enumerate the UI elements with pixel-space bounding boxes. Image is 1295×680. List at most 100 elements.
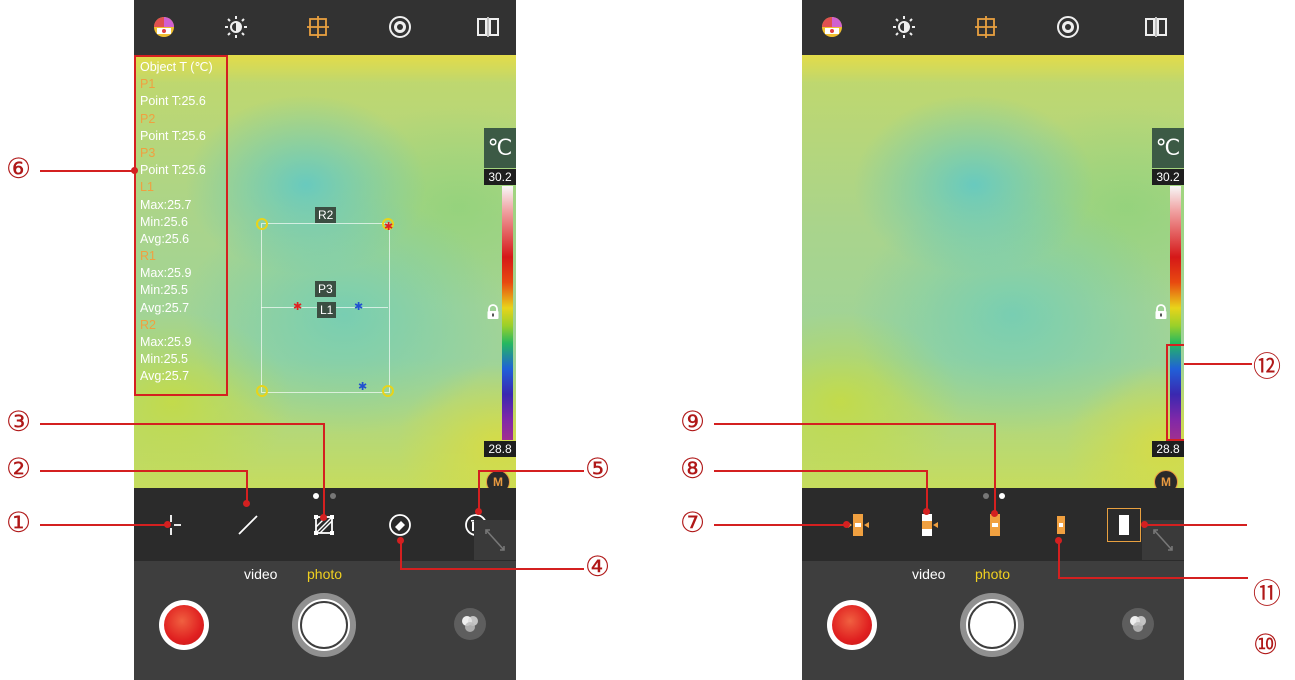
panel-value: Point T:25.6: [140, 163, 206, 178]
panel-value: Min:25.5: [140, 283, 188, 298]
shutter-icon: [968, 601, 1016, 649]
panel-label: L1: [140, 180, 154, 195]
tag-p3: P3: [315, 281, 336, 297]
leader-line: [400, 540, 402, 569]
leader-line: [994, 423, 996, 513]
lock-icon[interactable]: [1154, 304, 1168, 320]
scale-full-icon: [1119, 515, 1129, 535]
filters-button[interactable]: [1122, 608, 1154, 640]
callout-3: ③: [6, 405, 32, 438]
mode-video[interactable]: video: [244, 566, 277, 582]
aperture-icon[interactable]: [1052, 12, 1084, 42]
mode-video[interactable]: video: [912, 566, 945, 582]
scale-highlight-box: [1166, 344, 1184, 441]
panel-value: Min:25.6: [140, 214, 188, 229]
expand-icon: [1153, 529, 1173, 551]
eraser-icon[interactable]: [387, 512, 413, 538]
panel-label: P3: [140, 145, 156, 160]
leader-line: [40, 170, 134, 172]
palette-icon[interactable]: [148, 12, 180, 42]
target-icon[interactable]: [970, 12, 1002, 42]
leader-dot: [843, 521, 850, 528]
target-icon[interactable]: [302, 12, 334, 42]
expand-button[interactable]: [1142, 520, 1184, 560]
leader-line: [1145, 524, 1247, 526]
page-indicator-dot[interactable]: [313, 493, 319, 499]
callout-11: ⑪: [1253, 577, 1282, 610]
callout-2: ②: [6, 452, 32, 485]
scale-min-value[interactable]: 28.8: [484, 441, 516, 457]
mode-photo[interactable]: photo: [975, 566, 1010, 582]
page-indicator-dot[interactable]: [330, 493, 336, 499]
aperture-icon[interactable]: [384, 12, 416, 42]
leader-line: [926, 470, 928, 512]
temperature-unit[interactable]: ℃: [484, 128, 516, 168]
leader-line: [714, 524, 846, 526]
mode-photo[interactable]: photo: [307, 566, 342, 582]
record-button[interactable]: [827, 600, 877, 650]
page-indicator-dot[interactable]: [983, 493, 989, 499]
temperature-unit[interactable]: ℃: [1152, 128, 1184, 168]
leader-line: [1060, 577, 1248, 579]
panel-value: Point T:25.6: [140, 94, 206, 109]
shutter-button[interactable]: [960, 593, 1024, 657]
compare-icon[interactable]: [1140, 12, 1172, 42]
leader-dot: [397, 537, 404, 544]
region-handle[interactable]: [256, 218, 268, 230]
panel-value: Max:25.9: [140, 335, 192, 349]
scale-position-2-icon[interactable]: [915, 512, 941, 538]
leader-dot: [320, 514, 327, 521]
page-indicator-dot[interactable]: [999, 493, 1005, 499]
leader-dot: [1055, 537, 1062, 544]
color-scale-bar[interactable]: [502, 186, 513, 440]
callout-12: ⑫: [1253, 350, 1282, 383]
panel-value: Avg:25.7: [140, 300, 190, 315]
compare-icon[interactable]: [472, 12, 504, 42]
callout-1: ①: [6, 506, 32, 539]
panel-value: Avg:25.7: [140, 369, 190, 384]
shutter-button[interactable]: [292, 593, 356, 657]
leader-dot: [1141, 521, 1148, 528]
filters-icon: [1130, 616, 1146, 632]
measurement-panel: Object T (℃) P1 Point T:25.6 P2 Point T:…: [134, 55, 228, 396]
panel-value: Min:25.5: [140, 352, 188, 367]
callout-6: ⑥: [6, 152, 32, 185]
filters-button[interactable]: [454, 608, 486, 640]
leader-line: [40, 470, 248, 472]
line-tool-icon[interactable]: [235, 512, 261, 538]
brightness-icon[interactable]: [888, 12, 920, 42]
callout-10: ⑩: [1253, 628, 1279, 661]
leader-line: [40, 423, 325, 425]
callout-4: ④: [585, 550, 611, 583]
leader-dot: [164, 521, 171, 528]
expand-button[interactable]: [474, 520, 516, 560]
scale-max-value[interactable]: 30.2: [484, 169, 516, 185]
record-button-icon: [164, 605, 204, 645]
leader-line: [1184, 363, 1252, 365]
scale-max-value[interactable]: 30.2: [1152, 169, 1184, 185]
leader-line: [40, 524, 168, 526]
palette-icon[interactable]: [816, 12, 848, 42]
leader-dot: [475, 508, 482, 515]
scale-full-button[interactable]: [1107, 508, 1141, 542]
panel-value: Max:25.9: [140, 266, 192, 281]
lock-icon[interactable]: [486, 304, 500, 320]
min-marker-icon: ✱: [354, 301, 364, 313]
record-button[interactable]: [159, 600, 209, 650]
filters-icon: [462, 616, 478, 632]
scale-position-4-icon[interactable]: [1048, 512, 1074, 538]
shutter-icon: [300, 601, 348, 649]
region-handle[interactable]: [256, 385, 268, 397]
leader-line: [246, 470, 248, 504]
brightness-icon[interactable]: [220, 12, 252, 42]
max-marker-icon: ✱: [293, 301, 303, 313]
leader-dot: [991, 510, 998, 517]
callout-5: ⑤: [585, 452, 611, 485]
scale-min-value[interactable]: 28.8: [1152, 441, 1184, 457]
leader-line: [400, 568, 584, 570]
panel-header: Object T (℃): [140, 60, 213, 74]
expand-icon: [485, 529, 505, 551]
region-handle[interactable]: [382, 385, 394, 397]
leader-line: [323, 423, 325, 517]
leader-line: [478, 470, 584, 472]
